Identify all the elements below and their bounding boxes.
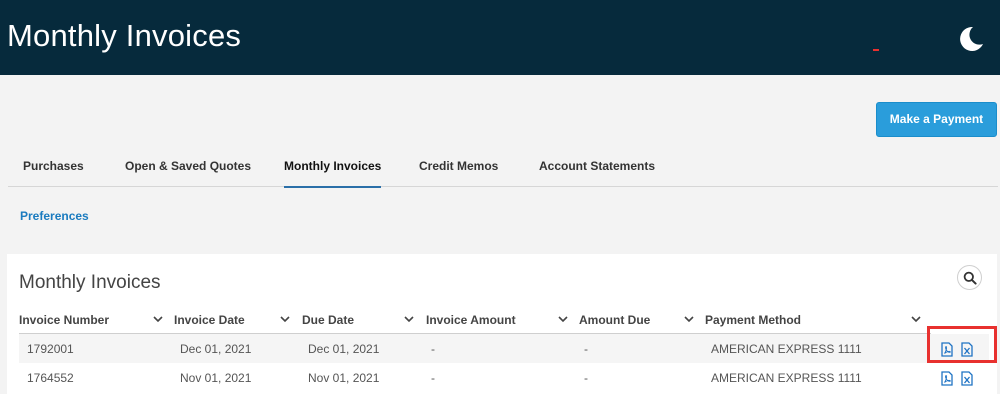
- due-date-cell: Dec 01, 2021: [308, 342, 380, 356]
- column-header-invoice-date: Invoice Date: [174, 313, 245, 327]
- table-row[interactable]: 1792001 Dec 01, 2021 Dec 01, 2021 - - AM…: [19, 334, 989, 363]
- tab-account-statements[interactable]: Account Statements: [539, 148, 655, 187]
- search-icon: [963, 271, 977, 285]
- invoice-date-cell: Dec 01, 2021: [180, 342, 252, 356]
- panel-title: Monthly Invoices: [19, 272, 161, 293]
- payment-method-cell: AMERICAN EXPRESS 1111: [711, 342, 862, 356]
- due-date-cell: Nov 01, 2021: [308, 371, 380, 385]
- chevron-down-icon[interactable]: [279, 314, 291, 324]
- highlight-box: [927, 326, 997, 363]
- tab-bar: Purchases Open & Saved Quotes Monthly In…: [8, 148, 998, 188]
- payment-method-cell: AMERICAN EXPRESS 1111: [711, 371, 862, 385]
- excel-icon[interactable]: [961, 371, 973, 386]
- tab-open-saved-quotes[interactable]: Open & Saved Quotes: [125, 148, 251, 187]
- top-bar: Monthly Invoices: [0, 0, 1000, 75]
- tab-monthly-invoices[interactable]: Monthly Invoices: [284, 148, 382, 188]
- column-header-amount-due: Amount Due: [579, 313, 651, 327]
- moon-icon[interactable]: [956, 24, 986, 54]
- column-header-payment-method: Payment Method: [705, 313, 802, 327]
- pdf-icon[interactable]: [941, 371, 953, 386]
- tab-purchases[interactable]: Purchases: [23, 148, 84, 187]
- column-header-invoice-number: Invoice Number: [19, 313, 110, 327]
- amount-due-cell: -: [584, 371, 588, 385]
- column-header-due-date: Due Date: [302, 313, 355, 327]
- invoice-number-cell[interactable]: 1764552: [27, 371, 74, 385]
- invoices-panel: Monthly Invoices Invoice Number Invoice …: [7, 254, 997, 394]
- invoice-amount-cell: -: [431, 371, 435, 385]
- invoice-date-cell: Nov 01, 2021: [180, 371, 252, 385]
- tab-credit-memos[interactable]: Credit Memos: [419, 148, 498, 187]
- make-payment-button[interactable]: Make a Payment: [876, 102, 997, 137]
- amount-due-cell: -: [584, 342, 588, 356]
- page-title: Monthly Invoices: [7, 18, 242, 53]
- chevron-down-icon[interactable]: [403, 314, 415, 324]
- accent-mark: [873, 49, 879, 51]
- chevron-down-icon[interactable]: [683, 314, 695, 324]
- chevron-down-icon[interactable]: [152, 314, 164, 324]
- search-button[interactable]: [957, 265, 982, 290]
- preferences-link[interactable]: Preferences: [20, 209, 89, 223]
- chevron-down-icon[interactable]: [557, 314, 569, 324]
- column-header-invoice-amount: Invoice Amount: [426, 313, 516, 327]
- invoice-number-cell[interactable]: 1792001: [27, 342, 74, 356]
- invoice-amount-cell: -: [431, 342, 435, 356]
- table-row[interactable]: 1764552 Nov 01, 2021 Nov 01, 2021 - - AM…: [19, 363, 989, 392]
- chevron-down-icon[interactable]: [910, 314, 922, 324]
